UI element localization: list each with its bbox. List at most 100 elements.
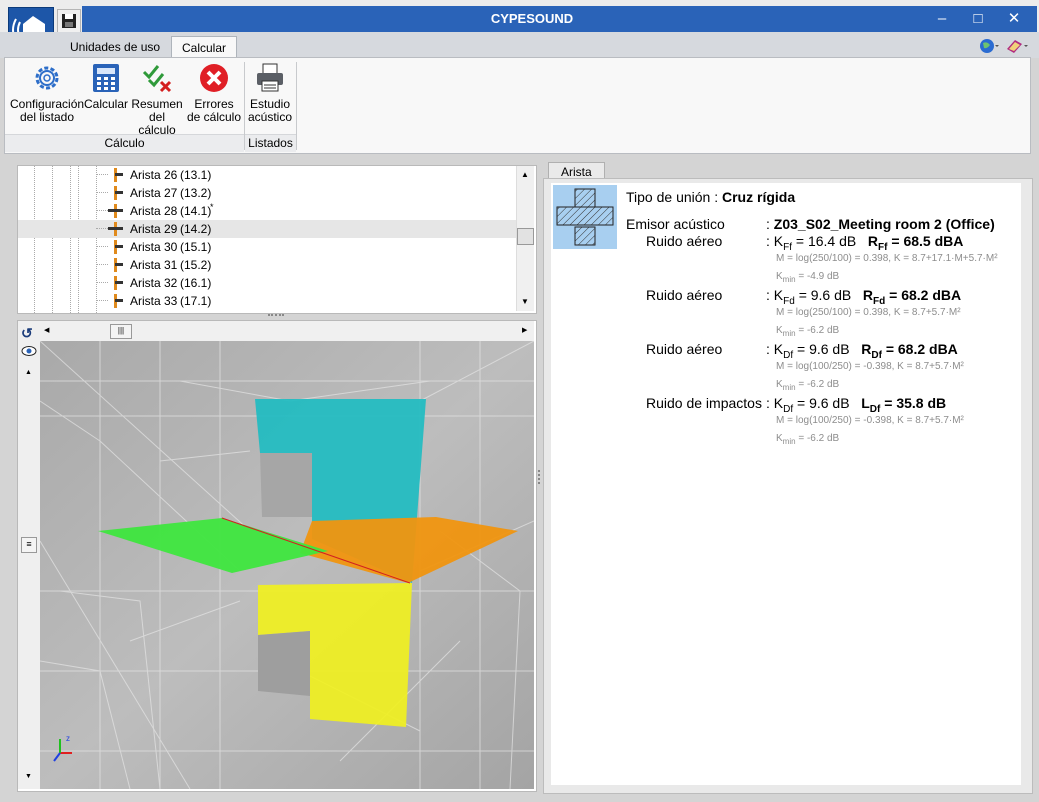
tree-item-code: (14.1) <box>180 204 212 218</box>
kmin-subscript: min <box>782 275 796 284</box>
scroll-up-icon[interactable]: ▲ <box>521 170 529 179</box>
entry-label: Ruido aéreo <box>646 233 723 249</box>
help-button[interactable] <box>1005 37 1029 55</box>
group-label-calculo: Cálculo <box>5 134 244 152</box>
emitter-label: Emisor acústico <box>626 216 725 232</box>
hscroll-thumb[interactable]: ||| <box>110 324 132 339</box>
errores-calculo-button[interactable]: Errores de cálculo <box>186 62 242 124</box>
tree-item-label: Arista 31 <box>130 258 178 272</box>
kmin-value: = -6.2 dB <box>798 379 840 390</box>
r-subscript: Df <box>869 403 881 415</box>
k-subscript: Ff <box>783 241 793 253</box>
union-value: Cruz rígida <box>722 189 796 205</box>
viewer-hscrollbar[interactable]: ◀ ||| ▶ <box>40 321 534 341</box>
tab-calcular[interactable]: Calcular <box>171 36 238 59</box>
edge-icon <box>108 204 123 218</box>
tree-scroll-thumb[interactable] <box>517 228 534 245</box>
r-subscript: Fd <box>873 295 886 307</box>
kmin-subscript: min <box>782 437 796 446</box>
group-label-listados: Listados <box>245 134 296 152</box>
configuracion-listado-label: Configuración del listado <box>10 97 85 124</box>
union-label: Tipo de unión <box>626 189 711 205</box>
minimize-button[interactable]: – <box>925 6 959 32</box>
hscroll-left-icon[interactable]: ◀ <box>44 326 49 334</box>
tree-item[interactable]: Arista 31 (15.2) <box>18 256 518 274</box>
r-subscript: Ff <box>878 241 888 253</box>
window-title: CYPESOUND <box>490 11 574 26</box>
entry-kmin: Kmin = -6.2 dB <box>776 325 839 338</box>
entry-formula: M = log(250/100) = 0.398, K = 8.7+5.7·M² <box>776 307 961 318</box>
maximize-icon: □ <box>973 10 983 27</box>
tree-item[interactable]: Arista 33 (17.1) <box>18 292 518 310</box>
error-circle-icon <box>198 62 230 94</box>
kmin-symbol: K <box>776 433 783 444</box>
resumen-calculo-label: Resumen del cálculo <box>131 97 183 137</box>
edge-icon <box>114 258 123 272</box>
face-cyan-inner <box>260 453 312 517</box>
edge-icon <box>114 240 123 254</box>
edge-tree[interactable]: Arista 26 (13.1) Arista 27 (13.2) Arista 28(… <box>17 165 537 314</box>
k-subscript: Df <box>783 403 794 415</box>
kmin-symbol: K <box>776 325 783 336</box>
entry-formula: M = log(100/250) = -0.398, K = 8.7+5.7·M… <box>776 415 964 426</box>
gear-icon <box>31 62 63 94</box>
tree-item-code: (17.1) <box>180 294 212 308</box>
vscroll-thumb[interactable]: ≡ <box>21 537 37 553</box>
globe-button[interactable] <box>978 37 1000 55</box>
entry-kmin: Kmin = -6.2 dB <box>776 379 839 392</box>
k-symbol: K <box>773 395 784 411</box>
kmin-value: = -4.9 dB <box>798 271 840 282</box>
cross-joint-icon <box>553 185 617 249</box>
r-value: = 68.5 dBA <box>891 233 964 249</box>
edge-icon <box>114 294 123 308</box>
tree-item[interactable]: Arista 30 (15.1) <box>18 238 518 256</box>
k-symbol: K <box>773 233 784 249</box>
estudio-acustico-button[interactable]: Estudio acústico <box>247 62 293 124</box>
tree-item[interactable]: Arista 26 (13.1) <box>18 166 518 184</box>
tree-item[interactable]: Arista 28 (14.1) * <box>18 202 518 220</box>
entry-values: : KDf = 9.6 dB RDf = 68.2 dBA <box>766 341 958 361</box>
entry-label: Ruido de impactos <box>646 395 762 411</box>
svg-text:z: z <box>66 734 70 743</box>
kmin-value: = -6.2 dB <box>798 433 840 444</box>
tree-item[interactable]: Arista 29 (14.2) <box>18 220 518 238</box>
close-button[interactable]: ✕ <box>997 6 1031 32</box>
calcular-label: Calcular <box>84 97 129 111</box>
check-cross-icon <box>141 62 173 94</box>
calcular-button[interactable]: Calcular <box>84 62 128 111</box>
r-value: = 68.2 dBA <box>885 341 958 357</box>
vscroll-down-icon[interactable]: ▼ <box>25 773 32 780</box>
tree-item-code: (13.2) <box>180 186 212 200</box>
edge-icon <box>114 168 123 182</box>
kmin-subscript: min <box>782 329 796 338</box>
vscroll-up-icon[interactable]: ▲ <box>25 369 32 376</box>
tree-item-label: Arista 28 <box>130 204 178 218</box>
estudio-acustico-label: Estudio acústico <box>247 97 293 124</box>
r-symbol: R <box>862 287 874 303</box>
configuracion-listado-button[interactable]: Configuración del listado <box>10 62 84 124</box>
detail-panel: Tipo de unión : Cruz rígida Emisor acúst… <box>551 183 1021 785</box>
tree-connector <box>96 174 108 175</box>
tab-unidades-de-uso[interactable]: Unidades de uso <box>60 36 170 58</box>
r-value: = 35.8 dB <box>884 395 947 411</box>
resumen-calculo-button[interactable]: Resumen del cálculo <box>130 62 184 137</box>
save-button[interactable] <box>57 9 81 33</box>
tree-item-code: (15.1) <box>180 240 212 254</box>
rotate-view-icon[interactable]: ↺ <box>21 325 37 341</box>
viewer-toolbar: ↺ ▲ ≡ ▼ <box>18 321 40 789</box>
k-value: = 9.6 dB <box>798 287 852 303</box>
entry-formula: M = log(250/100) = 0.398, K = 8.7+17.1·M… <box>776 253 998 264</box>
hscroll-right-icon[interactable]: ▶ <box>522 326 527 334</box>
tree-item-label: Arista 26 <box>130 168 178 182</box>
tree-connector <box>96 264 108 265</box>
tree-item-label: Arista 27 <box>130 186 178 200</box>
k-subscript: Fd <box>783 295 795 307</box>
scroll-down-icon[interactable]: ▼ <box>521 297 529 306</box>
maximize-button[interactable]: □ <box>961 6 995 32</box>
tree-item[interactable]: Arista 32 (16.1) <box>18 274 518 292</box>
tree-item[interactable]: Arista 27 (13.2) <box>18 184 518 202</box>
scene-canvas[interactable]: z <box>40 341 534 789</box>
tree-connector <box>96 192 108 193</box>
tree-scrollbar[interactable]: ▲ ▼ <box>516 166 534 311</box>
visibility-eye-icon[interactable] <box>21 343 37 359</box>
